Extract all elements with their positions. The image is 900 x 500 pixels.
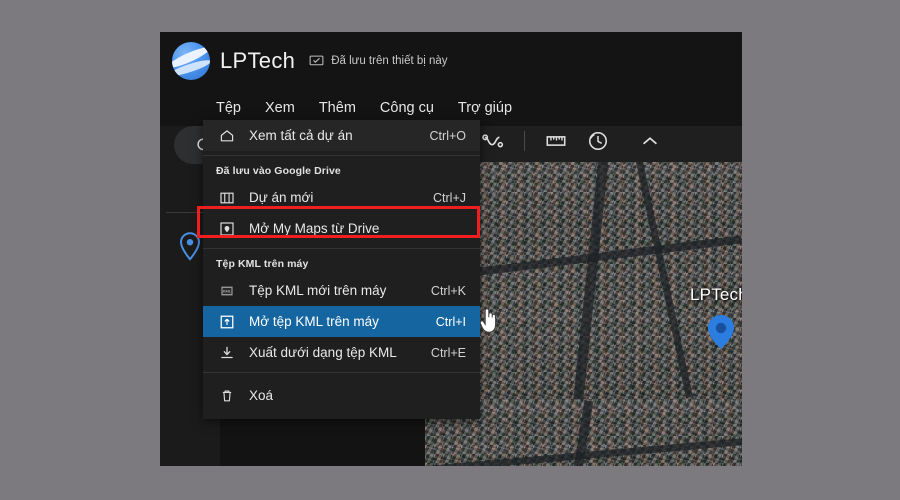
menu-xem[interactable]: Xem <box>253 96 307 120</box>
home-icon <box>216 127 238 145</box>
menu-item-xoa[interactable]: Xoá <box>203 380 480 411</box>
satellite-imagery-upper[interactable] <box>470 120 742 400</box>
dropdown-top-section: Xem tất cả dự án Ctrl+O <box>203 120 480 151</box>
history-rotate-icon[interactable] <box>585 128 611 154</box>
title-bar: LPTech Đã lưu trên thiết bị này <box>160 32 742 90</box>
menu-item-label: Xuất dưới dạng tệp KML <box>249 345 397 360</box>
location-pin-icon[interactable] <box>178 232 202 262</box>
google-earth-globe-icon <box>172 42 210 80</box>
section-header-kml: Tệp KML trên máy <box>216 258 309 270</box>
download-icon <box>216 344 238 362</box>
pin-square-icon <box>216 220 238 238</box>
menu-item-du-an-moi[interactable]: Dự án mới Ctrl+J <box>203 182 480 213</box>
menu-item-shortcut: Ctrl+I <box>435 314 466 329</box>
menu-item-label: Tệp KML mới trên máy <box>249 283 387 298</box>
chevron-up-icon[interactable] <box>637 128 663 154</box>
menu-tep[interactable]: Tệp <box>204 96 253 120</box>
section-header-drive: Đã lưu vào Google Drive <box>216 165 341 177</box>
map-road <box>634 152 693 398</box>
menu-item-tep-kml-moi-tren-may[interactable]: KML Tệp KML mới trên máy Ctrl+K <box>203 275 480 306</box>
menu-spacer <box>203 373 480 380</box>
menu-item-mo-my-maps-tu-drive[interactable]: Mở My Maps từ Drive <box>203 213 480 244</box>
page-title: LPTech <box>220 48 296 73</box>
save-status: Đã lưu trên thiết bị này <box>309 55 448 67</box>
map-book-icon <box>216 189 238 207</box>
save-status-label: Đã lưu trên thiết bị này <box>331 55 448 67</box>
file-dropdown-menu: Xem tất cả dự án Ctrl+O Đã lưu vào Googl… <box>203 120 480 419</box>
toolbar-separator <box>524 131 525 151</box>
open-file-icon <box>216 313 238 331</box>
menu-them[interactable]: Thêm <box>307 96 368 120</box>
menu-congcu[interactable]: Công cụ <box>368 96 446 120</box>
menu-item-shortcut: Ctrl+O <box>429 128 466 143</box>
kml-file-icon: KML <box>216 282 238 300</box>
measure-ruler-icon[interactable] <box>543 128 569 154</box>
menu-item-mo-tep-kml-tren-may[interactable]: Mở tệp KML trên máy Ctrl+I <box>203 306 480 337</box>
menu-item-xuat-duoi-dang-tep-kml[interactable]: Xuất dưới dạng tệp KML Ctrl+E <box>203 337 480 368</box>
map-marker-pin-icon[interactable] <box>708 315 734 349</box>
menu-item-label: Xoá <box>249 388 274 403</box>
menu-item-xem-tat-ca-du-an[interactable]: Xem tất cả dự án Ctrl+O <box>203 120 480 151</box>
menu-item-label: Dự án mới <box>249 190 314 205</box>
menu-trogiup[interactable]: Trợ giúp <box>446 96 524 120</box>
menu-item-shortcut: Ctrl+J <box>433 190 466 205</box>
menu-item-label: Mở My Maps từ Drive <box>249 221 380 236</box>
map-road <box>470 235 742 277</box>
menu-item-label: Xem tất cả dự án <box>249 128 353 143</box>
menu-item-shortcut: Ctrl+K <box>430 283 466 298</box>
laptop-check-icon <box>309 55 324 67</box>
trash-icon <box>216 387 238 405</box>
path-tool-icon[interactable] <box>480 128 506 154</box>
svg-text:KML: KML <box>223 288 232 293</box>
google-earth-window: LPTech <box>160 32 742 466</box>
menu-item-label: Mở tệp KML trên máy <box>249 314 379 329</box>
map-toolbar <box>460 120 742 162</box>
menu-item-shortcut: Ctrl+E <box>430 345 466 360</box>
pointing-hand-cursor <box>478 306 500 334</box>
map-place-label: LPTech <box>690 285 742 304</box>
